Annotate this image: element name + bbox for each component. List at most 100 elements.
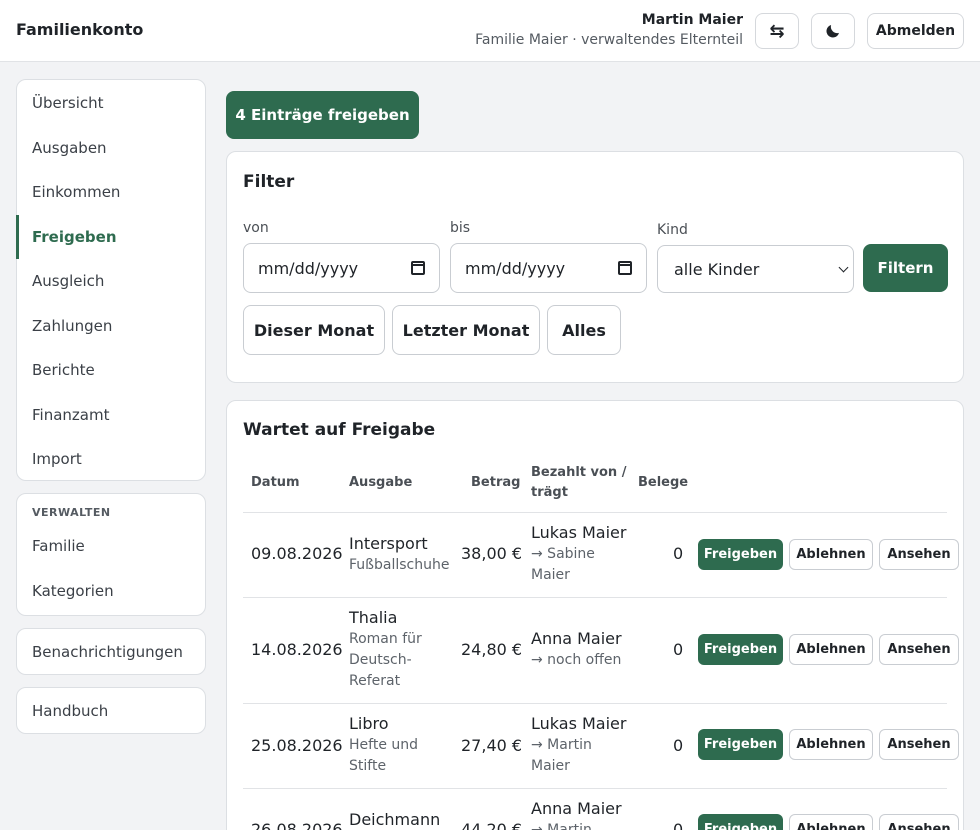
user-role: Familie Maier · verwaltendes Elternteil: [475, 32, 743, 48]
view-button[interactable]: Ansehen: [879, 539, 959, 570]
sidebar-item-handbuch[interactable]: Handbuch: [17, 688, 205, 733]
row-receipts: 0: [673, 640, 684, 659]
child-select-value: alle Kinder: [674, 259, 760, 279]
row-expense: Thalia Roman für Deutsch- Referat: [349, 607, 422, 692]
chevron-down-icon: [838, 262, 849, 273]
row-vendor: Libro: [349, 714, 389, 733]
row-payer-name: Lukas Maier: [531, 714, 627, 733]
col-header-bezahlt-line2: trägt: [531, 485, 568, 500]
top-header: Familienkonto Martin Maier Familie Maier…: [0, 0, 980, 62]
row-vendor: Thalia: [349, 608, 398, 627]
row-receipts: 0: [673, 544, 684, 563]
row-date: 25.08.2026: [251, 736, 343, 755]
row-description: Hefte und: [349, 737, 419, 753]
app-brand[interactable]: Familienkonto: [16, 20, 143, 39]
switch-account-button[interactable]: ⇆: [755, 13, 799, 49]
row-receipts: 0: [673, 736, 684, 755]
col-header-datum: Datum: [251, 475, 300, 490]
row-date: 26.08.2026: [251, 820, 343, 830]
user-name: Martin Maier: [641, 12, 743, 28]
all-button[interactable]: Alles: [547, 305, 621, 355]
filter-title: Filter: [243, 172, 295, 192]
row-description: Roman für: [349, 631, 422, 647]
release-all-button[interactable]: 4 Einträge freigeben: [226, 91, 419, 139]
approve-button[interactable]: Freigeben: [698, 634, 783, 665]
logout-button[interactable]: Abmelden: [867, 13, 964, 49]
row-expense: Deichmann: [349, 809, 440, 830]
sidebar-item-familie[interactable]: Familie: [17, 524, 205, 569]
sidebar-manual-card: Handbuch: [16, 687, 206, 734]
row-bearer: → Sabine: [531, 546, 595, 562]
approve-button[interactable]: Freigeben: [698, 539, 783, 570]
row-payer-name: Lukas Maier: [531, 523, 627, 542]
sidebar-item-einkommen[interactable]: Einkommen: [17, 170, 205, 215]
row-description-cont: Stifte: [349, 758, 387, 774]
row-vendor: Deichmann: [349, 810, 441, 829]
sidebar-item-kategorien[interactable]: Kategorien: [17, 569, 205, 614]
col-header-betrag: Betrag: [471, 475, 521, 490]
sidebar-manage-nav: VERWALTEN Familie Kategorien: [16, 493, 206, 616]
row-payer: Anna Maier → noch offen: [531, 628, 622, 671]
view-button[interactable]: Ansehen: [879, 729, 959, 760]
approve-button[interactable]: Freigeben: [698, 814, 783, 830]
from-date-input[interactable]: mm/dd/yyyy: [243, 243, 440, 293]
calendar-icon[interactable]: [411, 261, 425, 275]
reject-button[interactable]: Ablehnen: [789, 634, 873, 665]
col-header-ausgabe: Ausgabe: [349, 475, 413, 490]
row-payer-name: Anna Maier: [531, 799, 622, 818]
view-button[interactable]: Ansehen: [879, 634, 959, 665]
sidebar-item-freigeben[interactable]: Freigeben: [16, 214, 205, 260]
to-date-value: mm/dd/yyyy: [465, 258, 566, 278]
row-bearer: → Martin: [531, 737, 592, 753]
col-header-belege: Belege: [638, 475, 689, 490]
row-amount: 44,20 €: [461, 820, 523, 830]
row-amount: 38,00 €: [461, 544, 523, 563]
row-date: 14.08.2026: [251, 640, 343, 659]
reject-button[interactable]: Ablehnen: [789, 729, 873, 760]
from-label: von: [243, 220, 269, 236]
row-bearer: → Martin: [531, 822, 592, 830]
row-description: Fußballschuhe: [349, 557, 450, 573]
table-divider: [243, 597, 947, 598]
user-info: Martin Maier Familie Maier · verwaltende…: [475, 11, 743, 51]
approve-button[interactable]: Freigeben: [698, 729, 783, 760]
dark-mode-button[interactable]: [811, 13, 855, 49]
sidebar-item-benachrichtigungen[interactable]: Benachrichtigungen: [17, 629, 205, 674]
moon-icon: [826, 25, 839, 38]
row-vendor: Intersport: [349, 534, 428, 553]
row-bearer: → noch offen: [531, 652, 622, 668]
sidebar-item-uebersicht[interactable]: Übersicht: [17, 81, 205, 126]
row-date: 09.08.2026: [251, 544, 343, 563]
view-button[interactable]: Ansehen: [879, 814, 959, 830]
pending-card: Wartet auf Freigabe Datum Ausgabe Betrag…: [226, 400, 964, 830]
row-bearer-cont: Maier: [531, 758, 570, 774]
this-month-button[interactable]: Dieser Monat: [243, 305, 385, 355]
sidebar-item-finanzamt[interactable]: Finanzamt: [17, 393, 205, 438]
reject-button[interactable]: Ablehnen: [789, 539, 873, 570]
sidebar-item-ausgleich[interactable]: Ausgleich: [17, 259, 205, 304]
pending-title: Wartet auf Freigabe: [243, 420, 436, 440]
to-date-input[interactable]: mm/dd/yyyy: [450, 243, 647, 293]
table-divider: [243, 512, 947, 513]
child-select[interactable]: alle Kinder: [657, 245, 854, 293]
calendar-icon[interactable]: [618, 261, 632, 275]
sidebar-item-berichte[interactable]: Berichte: [17, 348, 205, 393]
swap-icon: ⇆: [769, 20, 785, 42]
row-payer: Lukas Maier → Sabine Maier: [531, 522, 626, 586]
filter-card: Filter von mm/dd/yyyy bis mm/dd/yyyy Kin…: [226, 151, 964, 383]
pending-card-viewport: Wartet auf Freigabe Datum Ausgabe Betrag…: [226, 400, 964, 830]
row-amount: 24,80 €: [461, 640, 523, 659]
table-divider: [243, 703, 947, 704]
sidebar-item-ausgaben[interactable]: Ausgaben: [17, 126, 205, 171]
row-expense: Intersport Fußballschuhe: [349, 533, 449, 576]
last-month-button[interactable]: Letzter Monat: [392, 305, 540, 355]
col-header-bezahlt-line1: Bezahlt von /: [531, 465, 627, 480]
row-bearer-cont: Maier: [531, 567, 570, 583]
child-label: Kind: [657, 222, 688, 238]
sidebar-item-zahlungen[interactable]: Zahlungen: [17, 304, 205, 349]
row-expense: Libro Hefte und Stifte: [349, 713, 418, 777]
filter-button[interactable]: Filtern: [863, 244, 948, 292]
row-amount: 27,40 €: [461, 736, 523, 755]
reject-button[interactable]: Ablehnen: [789, 814, 873, 830]
sidebar-item-import[interactable]: Import: [17, 437, 205, 482]
